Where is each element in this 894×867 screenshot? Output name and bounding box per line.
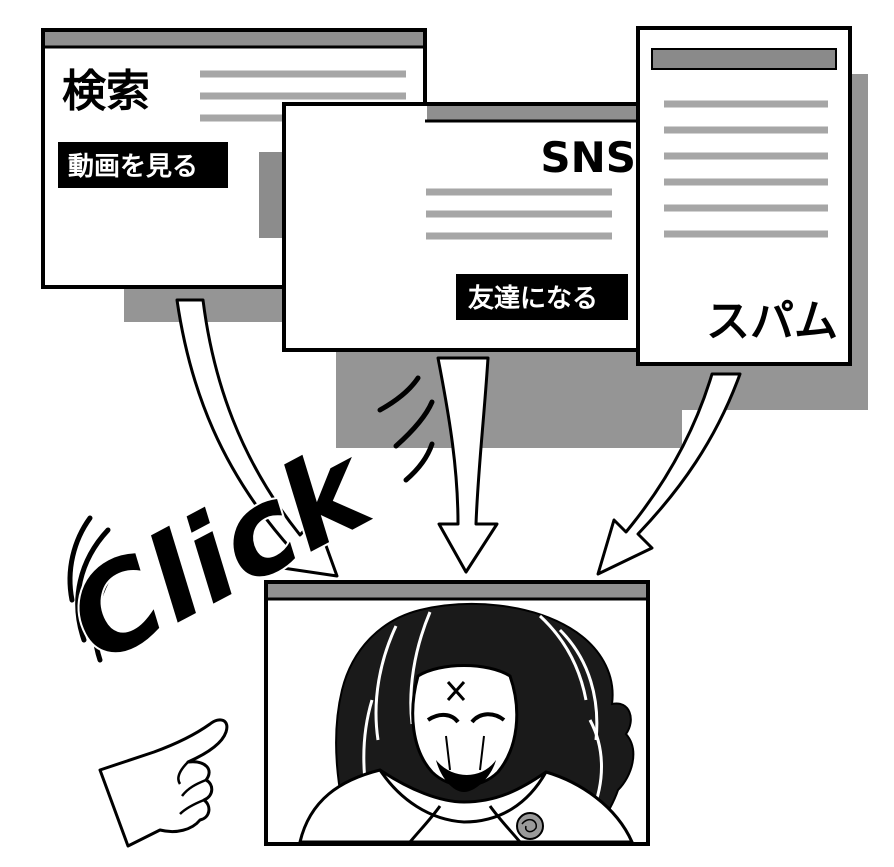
destination-window-titlebar <box>268 584 646 598</box>
sns-window-titlebar <box>427 106 652 120</box>
sns-badge-label: 友達になる <box>468 284 598 314</box>
search-badge-label: 動画を見る <box>68 152 198 182</box>
sns-window-title: SNS <box>540 133 636 182</box>
destination-window <box>264 580 650 846</box>
sns-window-shadow <box>336 352 682 448</box>
spam-window: スパム <box>636 26 852 366</box>
spam-window-title: スパム <box>706 296 838 347</box>
sns-window: SNS 友達になる <box>282 102 656 352</box>
rose-icon <box>516 812 544 840</box>
spam-window-header <box>651 48 837 70</box>
pointing-hand-icon <box>98 718 229 848</box>
search-window-titlebar <box>45 32 423 46</box>
search-window-title: 検索 <box>62 66 150 117</box>
diagram-canvas: 検索 動画を見る SNS 友達になる スパム Click <box>41 26 868 848</box>
spam-window-shadow <box>850 74 868 410</box>
